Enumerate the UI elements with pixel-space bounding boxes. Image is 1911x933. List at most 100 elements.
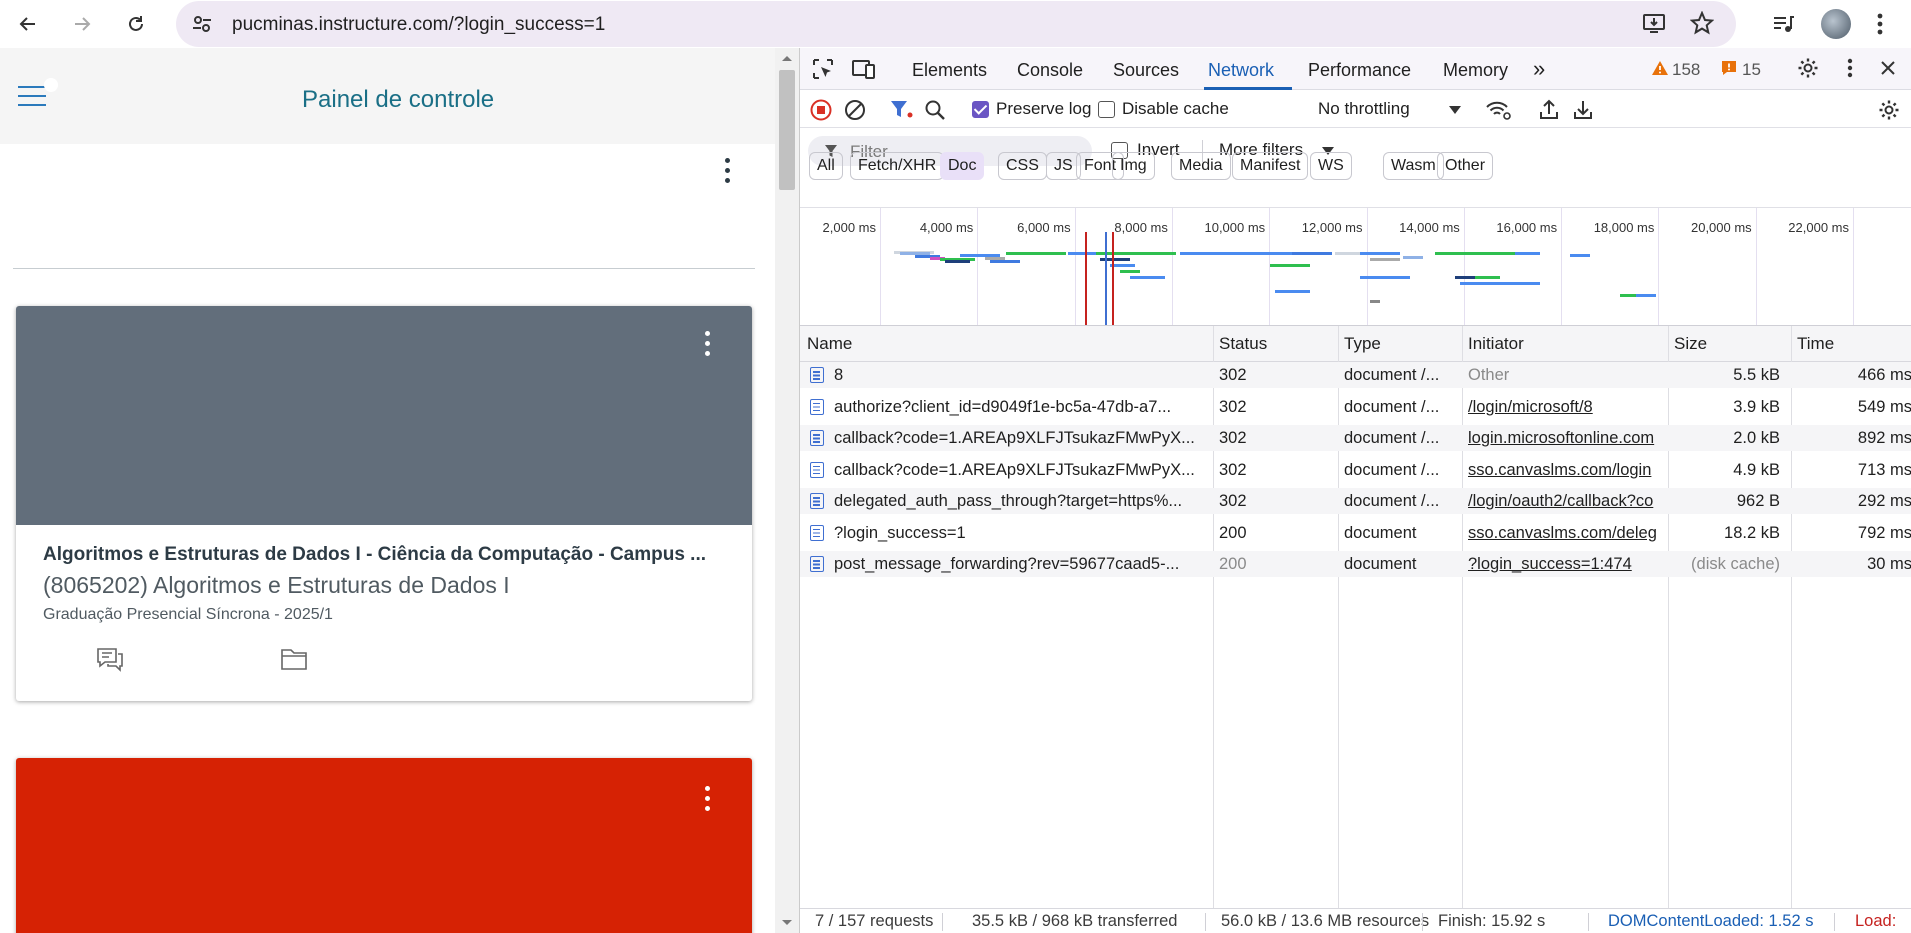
course-card-2[interactable] — [16, 758, 752, 933]
tab-network[interactable]: Network — [1208, 60, 1274, 81]
tab-sources[interactable]: Sources — [1113, 60, 1179, 81]
media-controls-icon[interactable] — [1771, 12, 1795, 36]
overview-tick-label: 8,000 ms — [1114, 220, 1168, 235]
more-tabs-icon[interactable]: » — [1533, 56, 1545, 82]
import-har-icon[interactable] — [1539, 98, 1559, 120]
type-filter-fetch-xhr[interactable]: Fetch/XHR — [850, 152, 945, 180]
table-row[interactable]: delegated_auth_pass_through?target=https… — [800, 488, 1911, 514]
overview-request-bar — [1370, 258, 1400, 261]
course-card-hero[interactable] — [16, 306, 752, 525]
status-separator — [1588, 913, 1589, 931]
course-card-2-hero[interactable] — [16, 758, 752, 933]
request-initiator[interactable]: sso.canvaslms.com/login — [1468, 461, 1666, 480]
tab-console[interactable]: Console — [1017, 60, 1083, 81]
scroll-up-icon[interactable] — [781, 54, 793, 62]
course-card[interactable]: Algoritmos e Estruturas de Dados I - Ciê… — [16, 306, 752, 701]
close-icon[interactable] — [1880, 60, 1896, 76]
install-app-icon[interactable] — [1642, 11, 1666, 35]
request-name: ?login_success=1 — [834, 523, 966, 542]
site-settings-icon[interactable] — [190, 12, 214, 36]
issues-count[interactable]: 15 — [1742, 60, 1761, 80]
dashboard-options-icon[interactable] — [721, 158, 733, 183]
warning-count[interactable]: 158 — [1672, 60, 1700, 80]
scroll-down-icon[interactable] — [781, 919, 793, 927]
discussions-icon[interactable] — [96, 647, 124, 673]
page-scrollbar[interactable] — [775, 48, 799, 933]
request-time: 292 ms — [1857, 492, 1911, 510]
overview-gridline — [1755, 208, 1757, 325]
canvas-page: Painel de controle Algoritmos e Estrutur… — [0, 48, 775, 933]
request-size: (disk cache) — [1691, 555, 1780, 573]
export-har-icon[interactable] — [1573, 98, 1593, 120]
type-filter-all[interactable]: All — [809, 152, 843, 180]
table-row[interactable]: 8 302 document /... Other 5.5 kB 466 ms — [800, 362, 1911, 388]
device-toolbar-icon[interactable] — [852, 58, 876, 80]
star-icon[interactable] — [1690, 11, 1714, 35]
document-icon — [810, 493, 824, 509]
address-bar[interactable]: pucminas.instructure.com/?login_success=… — [176, 1, 1736, 47]
course-card-title[interactable]: Algoritmos e Estruturas de Dados I - Ciê… — [43, 544, 733, 566]
column-header-name[interactable]: Name — [807, 334, 852, 354]
overview-request-bar — [1570, 254, 1590, 257]
network-settings-gear-icon[interactable] — [1878, 99, 1900, 121]
tab-elements[interactable]: Elements — [912, 60, 987, 81]
network-conditions-icon[interactable] — [1486, 99, 1512, 121]
course-card-options-icon[interactable] — [701, 331, 713, 356]
type-filter-css[interactable]: CSS — [998, 152, 1047, 180]
document-icon — [810, 461, 824, 478]
scrollbar-thumb[interactable] — [779, 70, 795, 190]
type-filter-doc[interactable]: Doc — [940, 152, 985, 180]
preserve-log-label[interactable]: Preserve log — [996, 99, 1091, 119]
column-header-size[interactable]: Size — [1674, 334, 1707, 354]
table-row[interactable]: post_message_forwarding?rev=59677caad5-.… — [800, 551, 1911, 577]
back-button[interactable] — [12, 8, 44, 40]
disable-cache-checkbox[interactable] — [1098, 101, 1115, 118]
table-row[interactable]: callback?code=1.AREAp9XLFJTsukazFMwPyX..… — [800, 425, 1911, 451]
type-filter-manifest[interactable]: Manifest — [1232, 152, 1309, 180]
gear-icon[interactable] — [1797, 57, 1819, 79]
table-row[interactable]: callback?code=1.AREAp9XLFJTsukazFMwPyX..… — [800, 457, 1911, 483]
filter-funnel-icon[interactable] — [890, 99, 914, 121]
request-initiator[interactable]: ?login_success=1:474 — [1468, 555, 1666, 574]
request-initiator[interactable]: /login/oauth2/callback?co — [1468, 492, 1666, 511]
overview-gridline — [1171, 208, 1173, 325]
network-overview-timeline[interactable]: 2,000 ms 4,000 ms 6,000 ms 8,000 ms 10,000 m… — [800, 208, 1911, 326]
hamburger-menu-icon[interactable] — [18, 78, 58, 106]
chevron-down-icon[interactable] — [1449, 106, 1461, 114]
request-initiator[interactable]: sso.canvaslms.com/deleg — [1468, 524, 1666, 543]
tab-performance[interactable]: Performance — [1308, 60, 1411, 81]
record-stop-icon[interactable] — [810, 99, 832, 121]
request-size: 4.9 kB — [1733, 460, 1780, 479]
folder-icon[interactable] — [280, 647, 308, 671]
column-header-status[interactable]: Status — [1219, 334, 1267, 354]
type-filter-ws[interactable]: WS — [1310, 152, 1352, 180]
request-type: document /... — [1344, 429, 1440, 447]
request-initiator[interactable]: login.microsoftonline.com — [1468, 429, 1666, 448]
table-row[interactable]: authorize?client_id=d9049f1e-bc5a-47db-a… — [800, 394, 1911, 420]
more-vertical-icon[interactable] — [1847, 58, 1853, 78]
inspect-element-icon[interactable] — [812, 58, 834, 80]
table-row[interactable]: ?login_success=1 200 document sso.canvaslms… — [800, 520, 1911, 546]
forward-button[interactable] — [66, 8, 98, 40]
more-vertical-icon[interactable] — [1877, 13, 1883, 35]
type-filter-other[interactable]: Other — [1437, 152, 1494, 180]
disable-cache-label[interactable]: Disable cache — [1122, 99, 1229, 119]
type-filter-img[interactable]: Img — [1112, 152, 1155, 180]
reload-button[interactable] — [120, 8, 152, 40]
status-resources: 56.0 kB / 13.6 MB resources — [1221, 912, 1430, 930]
request-initiator[interactable]: /login/microsoft/8 — [1468, 398, 1666, 417]
tab-memory[interactable]: Memory — [1443, 60, 1508, 81]
profile-avatar[interactable] — [1821, 9, 1851, 39]
column-header-initiator[interactable]: Initiator — [1468, 334, 1524, 354]
course-card-2-options-icon[interactable] — [701, 786, 713, 811]
type-filter-wasm[interactable]: Wasm — [1383, 152, 1444, 180]
column-header-type[interactable]: Type — [1344, 334, 1381, 354]
search-icon[interactable] — [924, 99, 946, 121]
preserve-log-checkbox[interactable] — [972, 101, 989, 118]
warning-icon[interactable] — [1651, 60, 1669, 76]
clear-icon[interactable] — [844, 99, 866, 121]
throttling-select[interactable]: No throttling — [1318, 99, 1410, 119]
column-header-time[interactable]: Time — [1797, 334, 1834, 354]
issues-icon[interactable] — [1721, 60, 1737, 76]
type-filter-media[interactable]: Media — [1171, 152, 1231, 180]
